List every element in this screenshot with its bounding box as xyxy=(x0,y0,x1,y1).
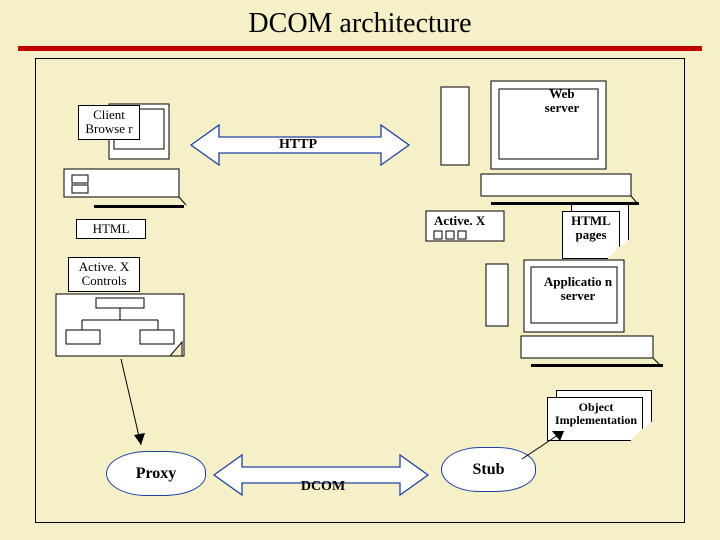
web-server-label: Web server xyxy=(531,85,593,118)
client-browser-label: Client Browse r xyxy=(78,105,140,140)
app-server-label: Applicatio n server xyxy=(541,275,615,304)
stub-to-object-arrow-icon xyxy=(516,429,576,469)
page-title: DCOM architecture xyxy=(0,0,720,40)
http-label: HTTP xyxy=(268,137,328,153)
proxy-cloud: Proxy xyxy=(106,451,206,496)
activex-controls-diagram-icon xyxy=(56,254,191,364)
activex-label: Active. X xyxy=(434,213,485,229)
object-impl-label: Object Implementation xyxy=(551,401,641,427)
stub-label: Stub xyxy=(472,461,504,479)
html-pages-label: HTML pages xyxy=(564,214,618,243)
dcom-label: DCOM xyxy=(288,479,358,495)
controls-to-proxy-arrow-icon xyxy=(111,359,151,454)
diagram-canvas: Client Browse r HTTP Web server HTML Act… xyxy=(35,58,685,523)
proxy-label: Proxy xyxy=(136,465,177,483)
html-label: HTML xyxy=(76,219,146,239)
app-server-computer-icon xyxy=(476,254,676,374)
title-underline xyxy=(18,46,702,51)
